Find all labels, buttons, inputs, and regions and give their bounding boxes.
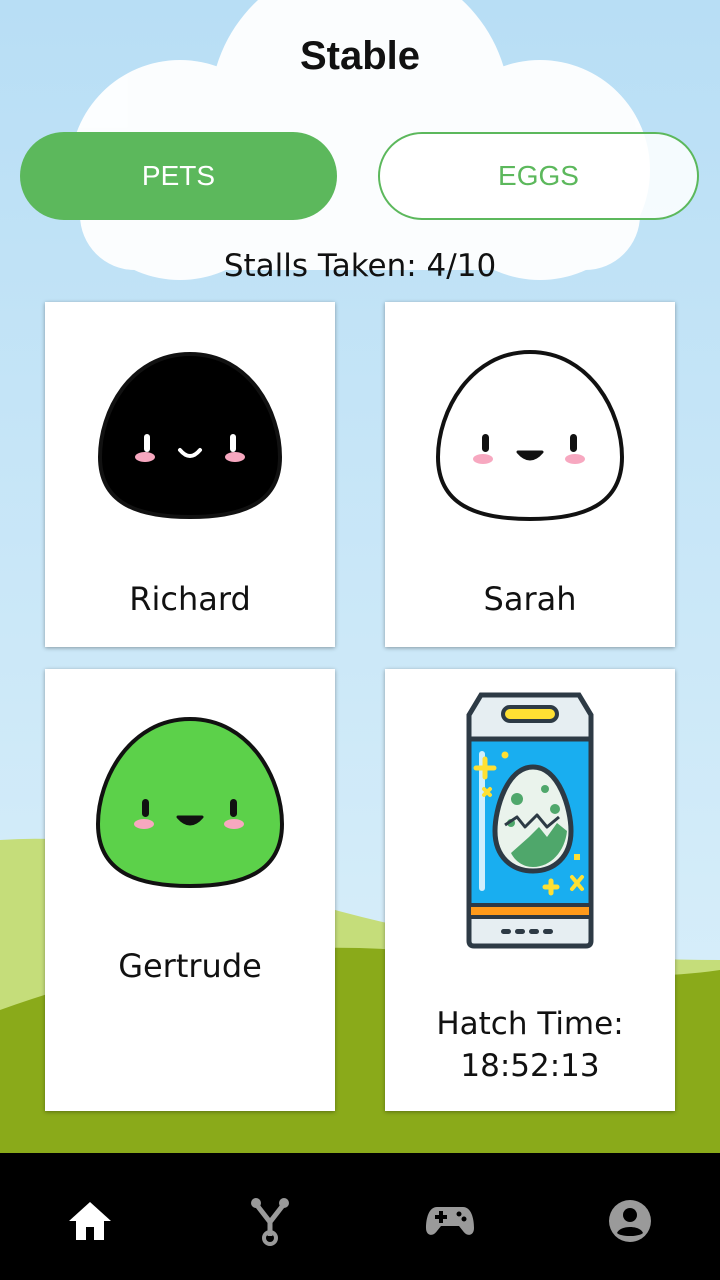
egg-incubator-icon [466,692,594,949]
pet-name: Sarah [483,580,577,618]
white-blob-pet-icon [435,349,625,522]
pet-card-richard[interactable]: Richard [45,302,335,647]
black-blob-pet-icon [97,351,283,520]
nav-profile[interactable] [600,1191,660,1251]
tab-pets[interactable]: PETS [20,132,337,220]
egg-card[interactable]: Hatch Time: 18:52:13 [385,669,675,1111]
pet-name: Gertrude [118,947,262,985]
green-blob-pet-icon [95,716,285,889]
stalls-taken-label: Stalls Taken: 4/10 [223,248,497,284]
pet-card-sarah[interactable]: Sarah [385,302,675,647]
page-title: Stable [299,34,421,78]
hatch-time-label: Hatch Time: [436,1006,624,1042]
bottom-navigation [0,1153,720,1280]
home-icon [69,1202,111,1240]
pet-name: Richard [129,580,251,618]
tab-eggs[interactable]: EGGS [378,132,699,220]
hatch-time-value: 18:52:13 [460,1048,600,1084]
tree-icon [251,1198,289,1246]
gamepad-icon [426,1207,474,1235]
nav-home[interactable] [60,1191,120,1251]
profile-icon [609,1200,651,1242]
nav-tree[interactable] [240,1191,300,1251]
hatch-time: Hatch Time: 18:52:13 [385,1003,675,1087]
nav-games[interactable] [420,1191,480,1251]
pet-card-gertrude[interactable]: Gertrude [45,669,335,1111]
